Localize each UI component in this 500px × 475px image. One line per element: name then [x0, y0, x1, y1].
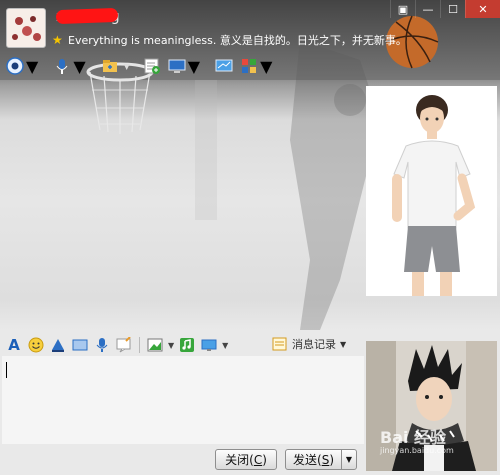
message-history[interactable] [0, 84, 365, 334]
message-history-button[interactable]: 消息记录 ▼ [272, 336, 346, 352]
send-file-icon[interactable] [99, 55, 121, 77]
chevron-down-icon: ▼ [345, 455, 353, 464]
share-screen-icon[interactable] [213, 55, 235, 77]
text-caret [6, 362, 7, 378]
chevron-down-icon[interactable]: ▼ [340, 340, 346, 349]
screenshot-icon[interactable] [200, 336, 218, 354]
chevron-down-icon[interactable]: ▼ [260, 57, 272, 76]
skin-icon[interactable]: ▣ [390, 0, 415, 18]
remote-desktop-icon [166, 55, 188, 77]
voice-chat-icon [51, 55, 73, 77]
send-button[interactable]: 发送(S) [285, 449, 342, 470]
send-options-button[interactable]: ▼ [341, 449, 357, 470]
message-history-icon [272, 337, 287, 351]
message-input[interactable] [2, 356, 364, 444]
close-button[interactable]: 关闭(C) [215, 449, 277, 470]
window-controls: ▣ — ☐ ✕ [390, 0, 500, 18]
video-chat-button[interactable]: ▼ [4, 55, 38, 77]
shake-icon[interactable] [49, 336, 67, 354]
signature: Everything is meaningless. 意义是自找的。日光之下，并… [68, 34, 407, 47]
watermark-logo: Bai 经验 [380, 428, 447, 447]
emoji-icon[interactable] [27, 336, 45, 354]
send-button-shortcut: S [321, 452, 330, 467]
send-button-label: 发送 [292, 453, 317, 467]
create-group-icon[interactable] [141, 55, 163, 77]
chevron-down-icon[interactable]: ▼ [188, 57, 200, 76]
voice-chat-button[interactable]: ▼ [51, 55, 86, 77]
font-icon[interactable]: A [5, 336, 23, 354]
avatar[interactable] [6, 8, 46, 48]
chevron-down-icon[interactable]: ▼ [26, 57, 38, 76]
remote-desktop-button[interactable]: ▼ [166, 55, 200, 77]
chevron-down-icon[interactable]: ▼ [73, 57, 85, 76]
close-button-label: 关闭 [225, 453, 250, 467]
apps-button[interactable]: ▼ [238, 55, 272, 77]
message-history-label: 消息记录 [292, 338, 336, 351]
star-icon: ★ [52, 33, 63, 47]
chevron-down-icon[interactable]: ▼ [168, 341, 174, 350]
video-chat-icon [4, 55, 26, 77]
music-icon[interactable] [178, 336, 196, 354]
apps-icon [238, 55, 260, 77]
maximize-icon[interactable]: ☐ [440, 0, 465, 18]
chat-toolbar: ▼ ▼ ▼ ▼ ▼ [4, 54, 282, 78]
voice-message-icon[interactable] [93, 336, 111, 354]
minimize-icon[interactable]: — [415, 0, 440, 18]
chevron-down-icon[interactable]: ▼ [124, 62, 130, 71]
quick-reply-icon[interactable] [115, 336, 133, 354]
qq-chat-window: xinsheng ★ Everything is meaningless. 意义… [0, 0, 500, 475]
watermark-url: jingyan.baidu.com [380, 446, 454, 455]
contact-show-avatar[interactable] [366, 86, 497, 296]
image-icon[interactable] [146, 336, 164, 354]
chevron-down-icon[interactable]: ▼ [222, 341, 228, 350]
divider [139, 337, 140, 353]
screen-capture-icon[interactable] [71, 336, 89, 354]
close-button-shortcut: C [253, 452, 263, 467]
redaction-mark [55, 7, 119, 25]
close-icon[interactable]: ✕ [465, 0, 500, 18]
